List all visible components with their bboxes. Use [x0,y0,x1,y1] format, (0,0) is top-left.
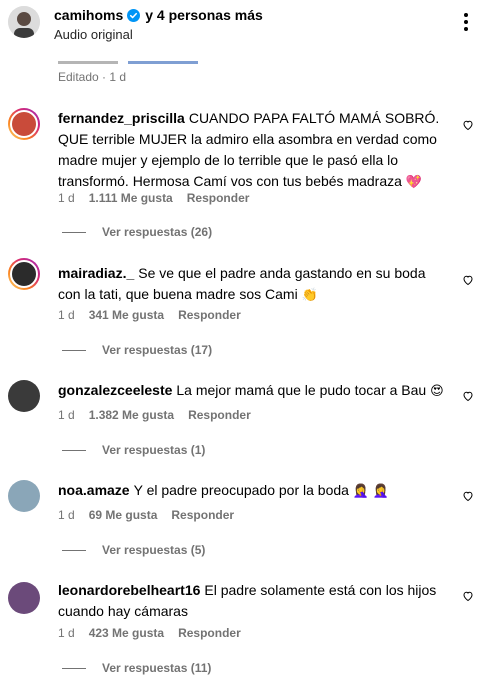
commenter-username[interactable]: noa.amaze [58,482,130,498]
view-replies-label: Ver respuestas (11) [102,661,212,675]
comment-meta: 1 d 1.382 Me gusta Responder [58,408,251,422]
comment-text-block: gonzalezceeleste La mejor mamá que le pud… [58,380,450,401]
view-replies-button[interactable]: Ver respuestas (5) [62,543,205,557]
divider-dash [62,231,86,233]
comment-time: 1 d [58,308,75,322]
comment-time: 1 d [58,191,75,205]
verified-badge-icon [127,8,141,22]
comment-meta: 1 d 423 Me gusta Responder [58,626,241,640]
commenter-avatar[interactable] [8,582,40,614]
view-replies-button[interactable]: Ver respuestas (26) [62,225,212,239]
commenter-username[interactable]: mairadiaz._ [58,265,134,281]
heart-outline-icon[interactable] [462,119,474,131]
heart-outline-icon[interactable] [462,390,474,402]
view-replies-label: Ver respuestas (26) [102,225,213,239]
collaborators-link[interactable]: y 4 personas más [145,7,263,23]
author-line: camihoms y 4 personas más [54,7,263,23]
comment-time: 1 d [58,508,75,522]
like-count[interactable]: 1.382 Me gusta [89,408,174,422]
view-replies-button[interactable]: Ver respuestas (11) [62,661,211,675]
commenter-avatar[interactable] [8,380,40,412]
heart-outline-icon[interactable] [462,490,474,502]
view-replies-label: Ver respuestas (5) [102,543,206,557]
view-replies-button[interactable]: Ver respuestas (17) [62,343,212,357]
heart-outline-icon[interactable] [462,274,474,286]
comment-time: 1 d [58,408,75,422]
like-count[interactable]: 69 Me gusta [89,508,158,522]
comment-meta: 1 d 69 Me gusta Responder [58,508,234,522]
comment-text-block: fernandez_priscilla CUANDO PAPA FALTÓ MAM… [58,108,450,192]
commenter-avatar[interactable] [8,480,40,512]
comment-emoji: 😍 [430,383,444,398]
post-header: camihoms y 4 personas más Audio original [0,0,484,48]
comment-text-block: mairadiaz._ Se ve que el padre anda gasta… [58,263,450,305]
comment-emoji: 🤦‍♀️ 🤦‍♀️ [352,483,389,498]
comment-text-block: noa.amaze Y el padre preocupado por la bo… [58,480,450,501]
comment-meta: 1 d 341 Me gusta Responder [58,308,241,322]
like-count[interactable]: 1.111 Me gusta [89,191,173,205]
divider-dash [62,667,86,669]
view-replies-button[interactable]: Ver respuestas (1) [62,443,205,457]
commenter-avatar[interactable] [8,108,40,140]
comment-emoji: 👏 [301,287,318,302]
more-vertical-icon[interactable] [464,12,468,32]
view-replies-label: Ver respuestas (1) [102,443,206,457]
divider-dash [62,549,86,551]
reply-button[interactable]: Responder [178,308,241,322]
reply-button[interactable]: Responder [178,626,241,640]
like-count[interactable]: 341 Me gusta [89,308,164,322]
comment-text: Y el padre preocupado por la boda [133,482,349,498]
divider-dash [62,349,86,351]
author-avatar[interactable] [8,6,40,38]
commenter-username[interactable]: fernandez_priscilla [58,110,185,126]
heart-outline-icon[interactable] [462,590,474,602]
commenter-avatar[interactable] [8,258,40,290]
cropped-caption-line [58,56,228,64]
divider-dash [62,449,86,451]
view-replies-label: Ver respuestas (17) [102,343,213,357]
commenter-username[interactable]: gonzalezceeleste [58,382,172,398]
author-username[interactable]: camihoms [54,7,123,23]
comment-time: 1 d [58,626,75,640]
comment-text-block: leonardorebelheart16 El padre solamente e… [58,580,450,622]
edited-timestamp: Editado · 1 d [58,70,127,84]
audio-label[interactable]: Audio original [54,27,133,42]
commenter-username[interactable]: leonardorebelheart16 [58,582,200,598]
comment-emoji: 💖 [405,174,422,189]
reply-button[interactable]: Responder [187,191,250,205]
comment-meta: 1 d 1.111 Me gusta Responder [58,191,249,205]
reply-button[interactable]: Responder [188,408,251,422]
comment-text: La mejor mamá que le pudo tocar a Bau [176,382,427,398]
reply-button[interactable]: Responder [171,508,234,522]
like-count[interactable]: 423 Me gusta [89,626,164,640]
